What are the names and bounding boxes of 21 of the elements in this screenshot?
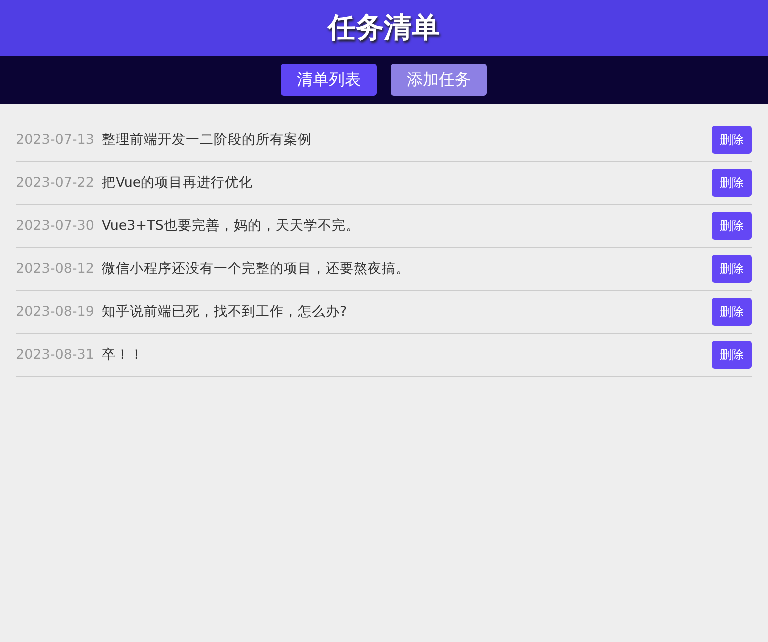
task-date: 2023-07-30 <box>16 218 96 234</box>
delete-button[interactable]: 删除 <box>712 298 752 326</box>
task-date: 2023-08-19 <box>16 304 96 320</box>
task-date: 2023-07-22 <box>16 175 96 191</box>
task-text: 知乎说前端已死，找不到工作，怎么办? <box>102 303 348 321</box>
task-text: 把Vue的项目再进行优化 <box>102 174 254 192</box>
task-text: Vue3+TS也要完善，妈的，天天学不完。 <box>102 217 361 235</box>
delete-button[interactable]: 删除 <box>712 255 752 283</box>
app-title: 任务清单 <box>328 10 440 46</box>
delete-button[interactable]: 删除 <box>712 341 752 369</box>
delete-button[interactable]: 删除 <box>712 212 752 240</box>
task-text: 整理前端开发一二阶段的所有案例 <box>102 131 313 149</box>
task-text: 微信小程序还没有一个完整的项目，还要熬夜搞。 <box>102 260 411 278</box>
task-date: 2023-07-13 <box>16 132 96 148</box>
task-date: 2023-08-12 <box>16 261 96 277</box>
nav-tab[interactable]: 添加任务 <box>391 64 487 96</box>
nav-tab[interactable]: 清单列表 <box>281 64 377 96</box>
task-date: 2023-08-31 <box>16 347 96 363</box>
delete-button[interactable]: 删除 <box>712 169 752 197</box>
delete-button[interactable]: 删除 <box>712 126 752 154</box>
task-text: 卒！！ <box>102 346 145 364</box>
